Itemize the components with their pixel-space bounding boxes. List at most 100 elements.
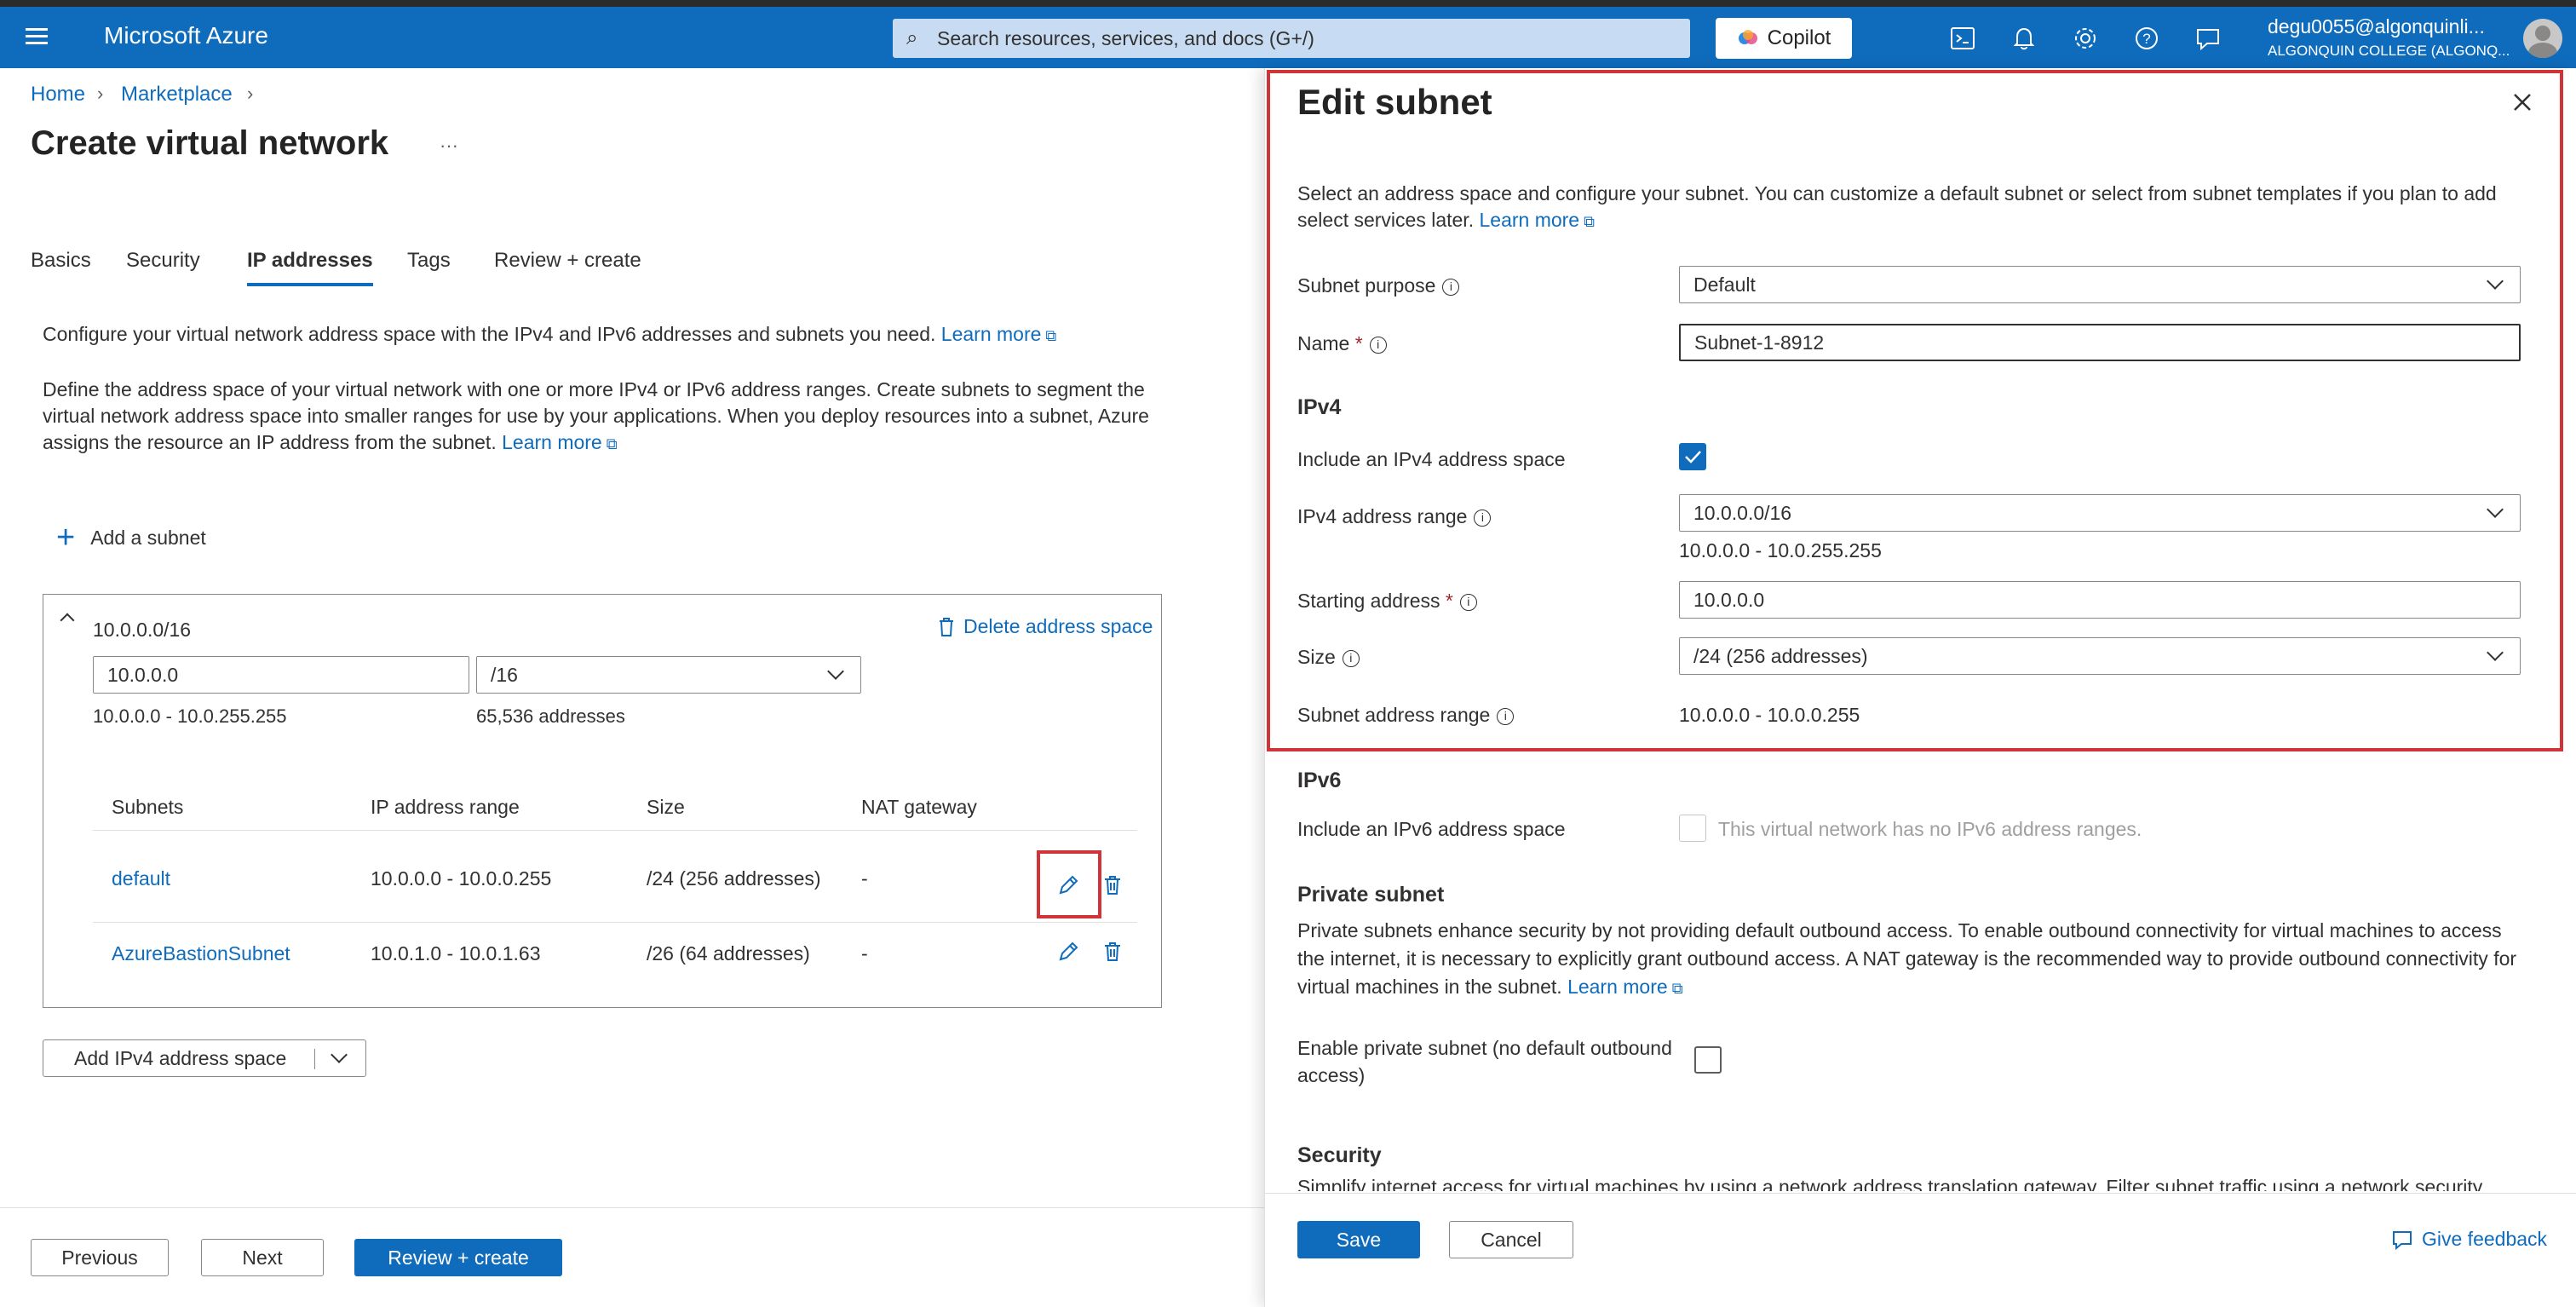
app-title[interactable]: Microsoft Azure [104, 22, 268, 49]
tab-tags[interactable]: Tags [407, 249, 451, 273]
intro-learn-more-link[interactable]: Learn more [941, 323, 1056, 345]
starting-address-input[interactable]: 10.0.0.0 [1679, 581, 2521, 619]
user-email[interactable]: degu0055@algonquinli... [2268, 15, 2485, 38]
info-icon[interactable]: i [1497, 707, 1515, 725]
settings-icon[interactable] [2068, 21, 2102, 55]
copilot-label: Copilot [1767, 26, 1831, 49]
copilot-icon [1738, 30, 1757, 44]
private-learn-more-link[interactable]: Learn more [1567, 976, 1682, 998]
info-icon[interactable]: i [1459, 593, 1477, 611]
breadcrumb-separator-icon: › [247, 83, 254, 104]
give-feedback-label: Give feedback [2422, 1228, 2548, 1250]
previous-button[interactable]: Previous [31, 1239, 169, 1276]
feedback-icon[interactable] [2191, 21, 2225, 55]
include-ipv6-checkbox[interactable] [1679, 815, 1706, 842]
delete-address-space-label: Delete address space [963, 615, 1153, 637]
subnet-purpose-select[interactable]: Default [1679, 266, 2521, 303]
next-button[interactable]: Next [201, 1239, 324, 1276]
private-subnet-text-body: Private subnets enhance security by not … [1297, 919, 2517, 998]
table-row: default 10.0.0.0 - 10.0.0.255 /24 (256 a… [93, 850, 1137, 918]
tab-basics[interactable]: Basics [31, 249, 91, 273]
info-icon[interactable]: i [1442, 278, 1460, 296]
address-start-input[interactable]: 10.0.0.0 [93, 656, 469, 694]
chevron-down-icon[interactable] [331, 1046, 348, 1063]
cancel-button[interactable]: Cancel [1449, 1221, 1573, 1258]
search-input[interactable]: ⌕ Search resources, services, and docs (… [893, 19, 1690, 58]
panel-title: Edit subnet [1297, 82, 1492, 122]
info-icon[interactable]: i [1369, 336, 1387, 354]
size-value: /24 (256 addresses) [1693, 644, 1868, 667]
panel-description-body: Select an address space and configure yo… [1297, 182, 2497, 231]
intro-text: Configure your virtual network address s… [43, 320, 1184, 349]
ipv4-range-label: IPv4 address range i [1297, 505, 1492, 528]
address-space-title: 10.0.0.0/16 [93, 619, 192, 641]
add-ipv4-label: Add IPv4 address space [74, 1046, 287, 1069]
subnets-col-header: Subnets [112, 796, 184, 818]
ipv4-range-select[interactable]: 10.0.0.0/16 [1679, 494, 2521, 532]
address-count: 65,536 addresses [476, 705, 625, 727]
save-button[interactable]: Save [1297, 1221, 1420, 1258]
name-input[interactable]: Subnet-1-8912 [1679, 324, 2521, 361]
chevron-down-icon [2487, 644, 2504, 661]
table-row: AzureBastionSubnet 10.0.1.0 - 10.0.1.63 … [93, 927, 1137, 982]
copilot-button[interactable]: Copilot [1716, 18, 1852, 59]
ipv6-heading: IPv6 [1297, 769, 1342, 792]
info-icon[interactable]: i [1474, 509, 1492, 527]
ip-range-col-header: IP address range [371, 796, 520, 818]
include-ipv4-checkbox[interactable] [1679, 443, 1706, 470]
split-divider [314, 1049, 315, 1069]
give-feedback-link[interactable]: Give feedback [2391, 1228, 2547, 1251]
subnet-name-link[interactable]: AzureBastionSubnet [112, 942, 290, 965]
chevron-down-icon [2487, 273, 2504, 290]
more-options-icon[interactable]: ··· [440, 135, 458, 157]
private-subnet-heading: Private subnet [1297, 883, 1445, 907]
review-create-button[interactable]: Review + create [354, 1239, 562, 1276]
size-label-text: Size [1297, 646, 1336, 668]
collapse-icon[interactable] [60, 613, 75, 628]
help-icon[interactable]: ? [2130, 21, 2164, 55]
define-learn-more-link[interactable]: Learn more [502, 431, 617, 453]
menu-icon[interactable] [26, 24, 48, 49]
trash-icon[interactable] [1103, 874, 1122, 896]
address-prefix-select[interactable]: /16 [476, 656, 861, 694]
add-ipv4-button[interactable]: Add IPv4 address space [43, 1039, 366, 1077]
tab-review-create[interactable]: Review + create [494, 249, 641, 273]
panel-learn-more-link[interactable]: Learn more [1479, 209, 1594, 231]
enable-private-checkbox[interactable] [1694, 1046, 1722, 1074]
subnet-name-link[interactable]: default [112, 867, 170, 890]
starting-address-label-text: Starting address [1297, 590, 1440, 612]
tab-security[interactable]: Security [126, 249, 200, 273]
tab-ip-addresses[interactable]: IP addresses [247, 249, 373, 273]
avatar[interactable] [2523, 19, 2562, 58]
ipv4-heading: IPv4 [1297, 395, 1342, 419]
define-text: Define the address space of your virtual… [43, 377, 1184, 458]
subnet-range-label: Subnet address range i [1297, 704, 1515, 727]
notifications-icon[interactable] [2007, 21, 2041, 55]
subnet-purpose-label: Subnet purpose i [1297, 274, 1460, 297]
include-ipv4-label: Include an IPv4 address space [1297, 448, 1566, 470]
panel-description: Select an address space and configure yo… [1297, 181, 2524, 235]
address-space-card: 10.0.0.0/16 Delete address space 10.0.0.… [43, 594, 1162, 1008]
feedback-icon [2393, 1230, 2412, 1250]
subnet-range: 10.0.0.0 - 10.0.0.255 [371, 867, 552, 890]
footer-divider [0, 1207, 1264, 1208]
edit-icon[interactable] [1057, 941, 1079, 963]
cloud-shell-icon[interactable] [1946, 21, 1980, 55]
trash-icon[interactable] [1103, 941, 1122, 963]
delete-address-space-button[interactable]: Delete address space [938, 615, 1153, 638]
plus-icon: + [56, 520, 76, 556]
size-label: Size i [1297, 646, 1360, 669]
edit-subnet-panel: Edit subnet Select an address space and … [1264, 68, 2576, 1307]
info-icon[interactable]: i [1342, 649, 1360, 667]
size-select[interactable]: /24 (256 addresses) [1679, 637, 2521, 675]
close-icon[interactable] [2512, 92, 2533, 112]
edit-icon[interactable] [1057, 874, 1079, 896]
add-subnet-button[interactable]: + Add a subnet [56, 521, 206, 554]
search-icon: ⌕ [906, 26, 918, 49]
subnet-range-label-text: Subnet address range [1297, 704, 1491, 726]
breadcrumb-home[interactable]: Home [31, 83, 85, 107]
breadcrumb-marketplace[interactable]: Marketplace [121, 83, 233, 107]
panel-footer: Save Cancel Give feedback [1265, 1193, 2576, 1307]
page-title: Create virtual network [31, 124, 389, 162]
svg-text:?: ? [2142, 31, 2150, 47]
